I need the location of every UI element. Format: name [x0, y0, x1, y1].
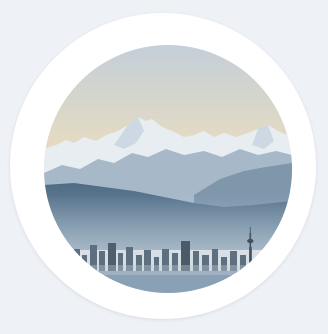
landscape-image: [44, 45, 292, 293]
avatar-photo[interactable]: [44, 45, 292, 293]
avatar-canvas: [0, 0, 328, 334]
